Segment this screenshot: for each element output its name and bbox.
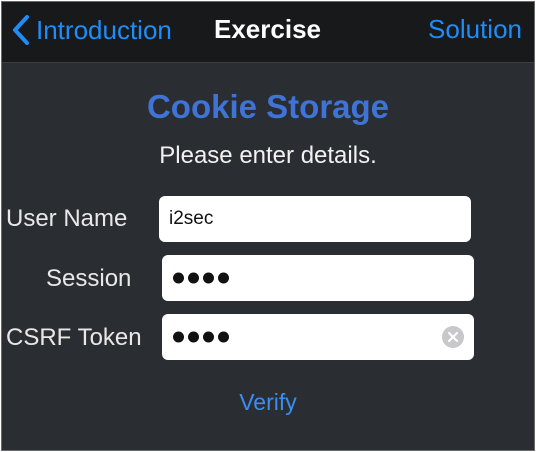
user-name-field[interactable] [169, 196, 419, 242]
mask-dot [218, 331, 229, 343]
verify-button[interactable]: Verify [2, 389, 534, 416]
session-field[interactable] [162, 255, 474, 301]
back-button-label: Introduction [36, 14, 172, 45]
clear-icon[interactable] [442, 326, 464, 348]
mask-dot [218, 272, 229, 284]
mask-dot [203, 272, 214, 284]
back-button[interactable]: Introduction [12, 10, 172, 50]
nav-title: Exercise [214, 14, 321, 44]
page-subtitle: Please enter details. [159, 142, 377, 169]
mask-dot [203, 331, 214, 343]
user-name-label: User Name [6, 205, 128, 232]
navigation-bar: Introduction Exercise Solution [2, 2, 534, 63]
csrf-token-label: CSRF Token [6, 324, 142, 351]
user-name-field-box [159, 196, 471, 242]
mask-dot [188, 272, 199, 284]
csrf-token-field[interactable] [162, 314, 474, 360]
chevron-left-icon [12, 15, 30, 45]
page-title: Cookie Storage [146, 88, 390, 125]
session-masked-value [173, 272, 229, 284]
mask-dot [173, 331, 184, 343]
mask-dot [173, 272, 184, 284]
app-screen: Introduction Exercise Solution Cookie St… [1, 1, 535, 451]
csrf-token-masked-value [173, 331, 229, 343]
mask-dot [188, 331, 199, 343]
solution-button[interactable]: Solution [428, 14, 522, 45]
session-label: Session [46, 265, 132, 292]
